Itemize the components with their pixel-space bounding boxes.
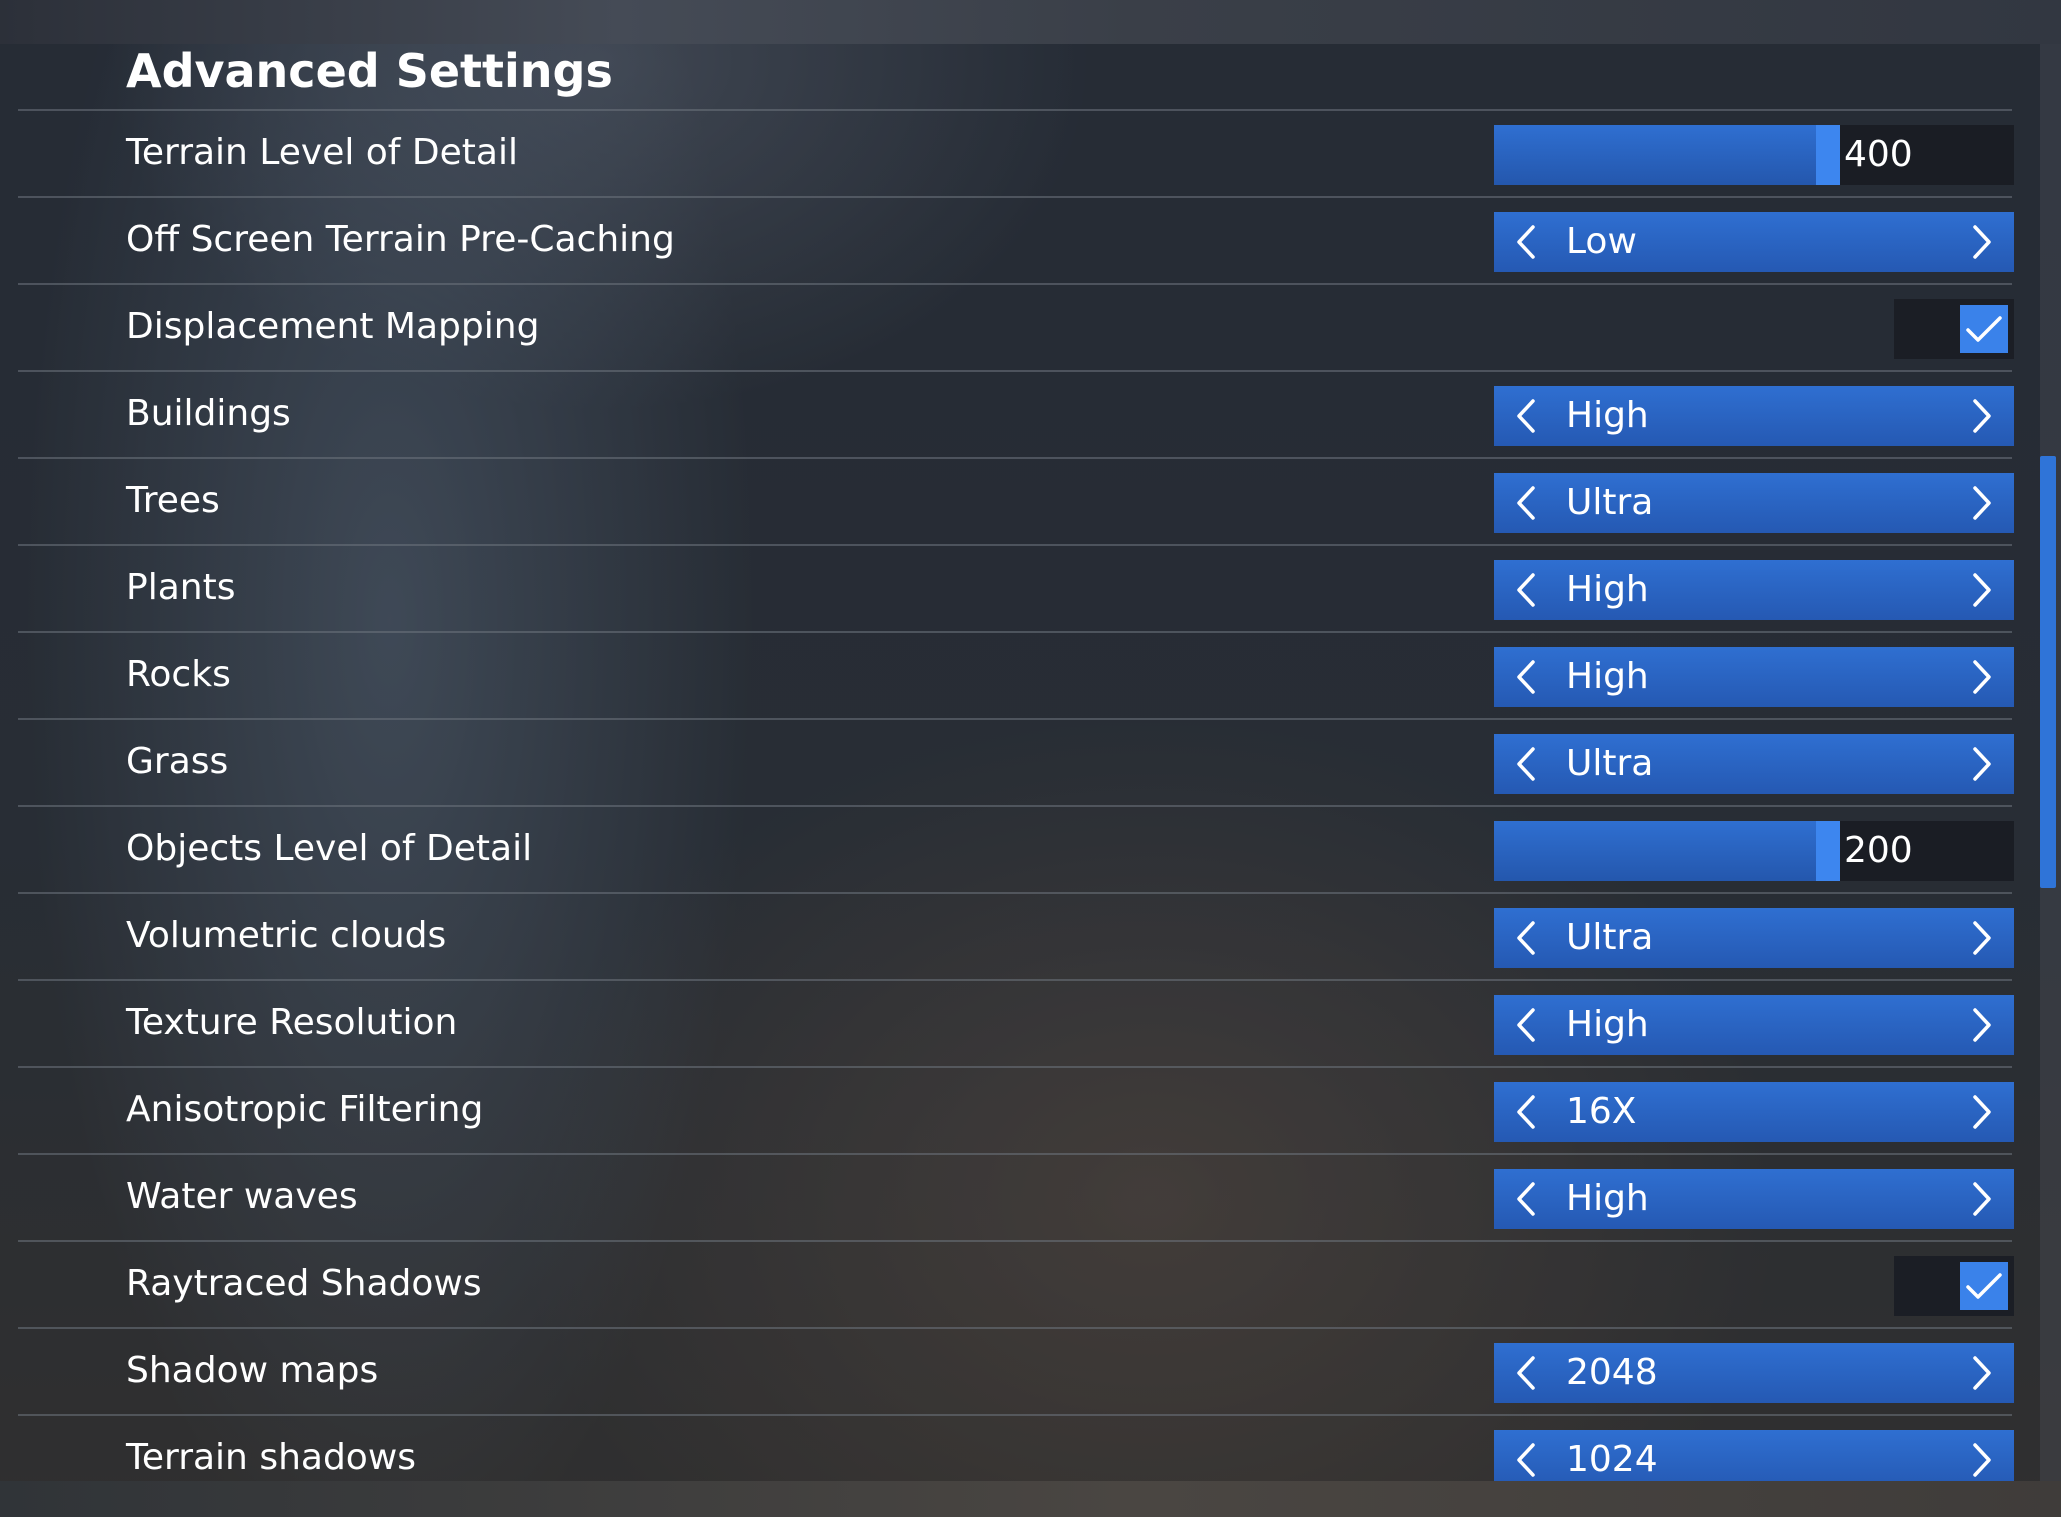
selector-value: Ultra xyxy=(1566,917,1654,958)
setting-row-plants[interactable]: Plants High xyxy=(0,546,2040,633)
selector-value: High xyxy=(1566,569,1649,610)
setting-row-terrain-level-of-detail[interactable]: Terrain Level of Detail 400 xyxy=(0,111,2040,198)
grass-selector[interactable]: Ultra xyxy=(1494,734,2014,794)
chevron-right-icon[interactable] xyxy=(1954,734,2010,794)
chevron-left-icon[interactable] xyxy=(1498,908,1554,968)
chevron-right-icon[interactable] xyxy=(1954,1343,2010,1403)
water-waves-selector[interactable]: High xyxy=(1494,1169,2014,1229)
chevron-left-icon[interactable] xyxy=(1498,560,1554,620)
chevron-left-icon[interactable] xyxy=(1498,1169,1554,1229)
chevron-right-icon[interactable] xyxy=(1954,212,2010,272)
setting-label: Trees xyxy=(126,480,220,521)
buildings-selector[interactable]: High xyxy=(1494,386,2014,446)
chevron-right-icon[interactable] xyxy=(1954,995,2010,1055)
top-bar xyxy=(0,0,2061,44)
selector-value: High xyxy=(1566,656,1649,697)
slider-value: 400 xyxy=(1844,134,1913,175)
selector-value: 1024 xyxy=(1566,1439,1658,1480)
slider-handle[interactable] xyxy=(1816,821,1840,881)
setting-row-off-screen-terrain-pre-caching[interactable]: Off Screen Terrain Pre-Caching Low xyxy=(0,198,2040,285)
rocks-selector[interactable]: High xyxy=(1494,647,2014,707)
chevron-left-icon[interactable] xyxy=(1498,1343,1554,1403)
setting-label: Anisotropic Filtering xyxy=(126,1089,484,1130)
chevron-right-icon[interactable] xyxy=(1954,560,2010,620)
setting-row-texture-resolution[interactable]: Texture Resolution High xyxy=(0,981,2040,1068)
chevron-left-icon[interactable] xyxy=(1498,647,1554,707)
setting-label: Terrain Level of Detail xyxy=(126,132,518,173)
trees-selector[interactable]: Ultra xyxy=(1494,473,2014,533)
chevron-left-icon[interactable] xyxy=(1498,734,1554,794)
slider-fill xyxy=(1494,125,1816,185)
setting-label: Texture Resolution xyxy=(126,1002,458,1043)
terrain-level-of-detail-slider[interactable]: 400 xyxy=(1494,125,2014,185)
selector-value: 2048 xyxy=(1566,1352,1658,1393)
chevron-right-icon[interactable] xyxy=(1954,386,2010,446)
displacement-mapping-toggle[interactable] xyxy=(1894,299,2014,359)
page-title: Advanced Settings xyxy=(126,44,613,98)
setting-label: Displacement Mapping xyxy=(126,306,540,347)
checkmark-icon xyxy=(1960,305,2008,353)
selector-value: 16X xyxy=(1566,1091,1637,1132)
setting-row-shadow-maps[interactable]: Shadow maps 2048 xyxy=(0,1329,2040,1416)
setting-row-grass[interactable]: Grass Ultra xyxy=(0,720,2040,807)
anisotropic-filtering-selector[interactable]: 16X xyxy=(1494,1082,2014,1142)
setting-label: Grass xyxy=(126,741,229,782)
slider-value: 200 xyxy=(1844,830,1913,871)
slider-fill xyxy=(1494,821,1816,881)
chevron-right-icon[interactable] xyxy=(1954,1169,2010,1229)
off-screen-terrain-pre-caching-selector[interactable]: Low xyxy=(1494,212,2014,272)
setting-label: Shadow maps xyxy=(126,1350,379,1391)
scrollbar-thumb[interactable] xyxy=(2040,456,2056,888)
chevron-left-icon[interactable] xyxy=(1498,386,1554,446)
settings-list: Terrain Level of Detail 400 Off Screen Ter… xyxy=(0,111,2040,1503)
chevron-left-icon[interactable] xyxy=(1498,473,1554,533)
chevron-right-icon[interactable] xyxy=(1954,647,2010,707)
setting-row-displacement-mapping[interactable]: Displacement Mapping xyxy=(0,285,2040,372)
bottom-bar xyxy=(0,1481,2061,1517)
chevron-right-icon[interactable] xyxy=(1954,1082,2010,1142)
setting-label: Objects Level of Detail xyxy=(126,828,533,869)
selector-value: High xyxy=(1566,1004,1649,1045)
texture-resolution-selector[interactable]: High xyxy=(1494,995,2014,1055)
volumetric-clouds-selector[interactable]: Ultra xyxy=(1494,908,2014,968)
setting-label: Terrain shadows xyxy=(126,1437,417,1478)
selector-value: High xyxy=(1566,1178,1649,1219)
selector-value: Ultra xyxy=(1566,743,1654,784)
plants-selector[interactable]: High xyxy=(1494,560,2014,620)
selector-value: High xyxy=(1566,395,1649,436)
chevron-right-icon[interactable] xyxy=(1954,908,2010,968)
setting-row-raytraced-shadows[interactable]: Raytraced Shadows xyxy=(0,1242,2040,1329)
setting-row-water-waves[interactable]: Water waves High xyxy=(0,1155,2040,1242)
setting-label: Volumetric clouds xyxy=(126,915,447,956)
slider-handle[interactable] xyxy=(1816,125,1840,185)
setting-row-anisotropic-filtering[interactable]: Anisotropic Filtering 16X xyxy=(0,1068,2040,1155)
setting-label: Buildings xyxy=(126,393,291,434)
selector-value: Ultra xyxy=(1566,482,1654,523)
chevron-left-icon[interactable] xyxy=(1498,1082,1554,1142)
objects-level-of-detail-slider[interactable]: 200 xyxy=(1494,821,2014,881)
setting-row-volumetric-clouds[interactable]: Volumetric clouds Ultra xyxy=(0,894,2040,981)
chevron-left-icon[interactable] xyxy=(1498,995,1554,1055)
selector-value: Low xyxy=(1566,221,1637,262)
setting-row-objects-level-of-detail[interactable]: Objects Level of Detail 200 xyxy=(0,807,2040,894)
chevron-right-icon[interactable] xyxy=(1954,473,2010,533)
setting-label: Rocks xyxy=(126,654,231,695)
setting-row-rocks[interactable]: Rocks High xyxy=(0,633,2040,720)
setting-label: Plants xyxy=(126,567,236,608)
setting-label: Raytraced Shadows xyxy=(126,1263,482,1304)
setting-row-trees[interactable]: Trees Ultra xyxy=(0,459,2040,546)
setting-label: Water waves xyxy=(126,1176,358,1217)
raytraced-shadows-toggle[interactable] xyxy=(1894,1256,2014,1316)
setting-label: Off Screen Terrain Pre-Caching xyxy=(126,219,675,260)
checkmark-icon xyxy=(1960,1262,2008,1310)
setting-row-buildings[interactable]: Buildings High xyxy=(0,372,2040,459)
chevron-left-icon[interactable] xyxy=(1498,212,1554,272)
shadow-maps-selector[interactable]: 2048 xyxy=(1494,1343,2014,1403)
